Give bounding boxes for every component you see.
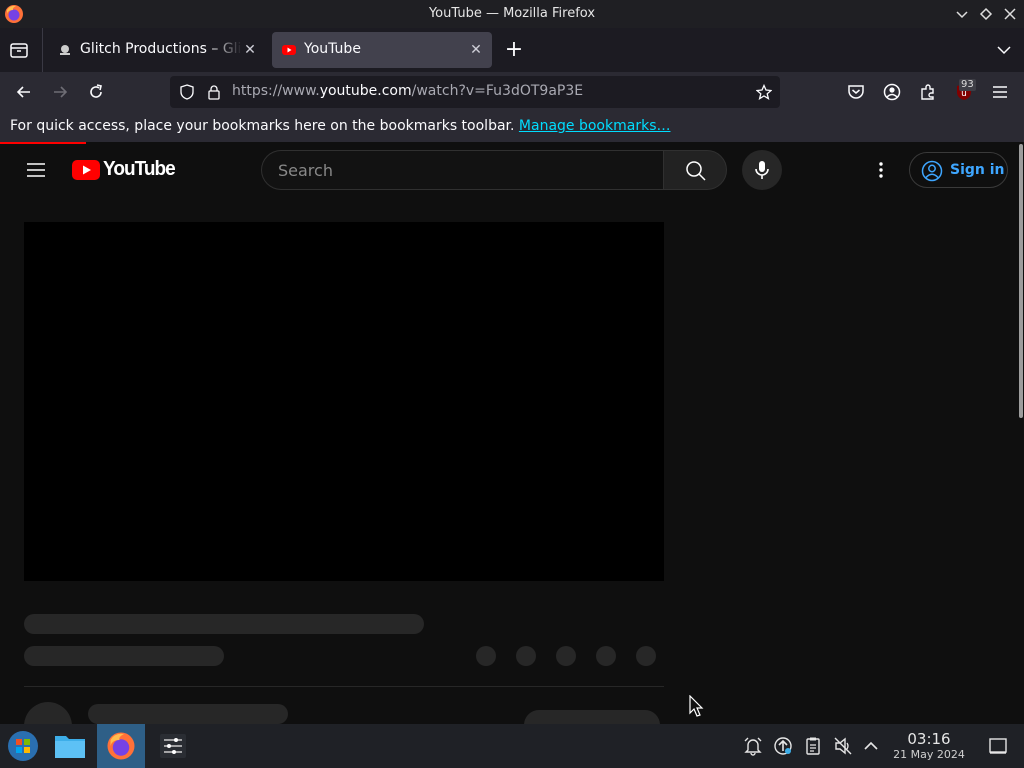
video-player[interactable] [24, 222, 664, 581]
search-button[interactable] [663, 150, 727, 190]
taskbar-file-manager[interactable] [48, 724, 96, 768]
search-input[interactable] [278, 160, 638, 180]
scrollbar-thumb[interactable] [1019, 144, 1023, 418]
bookmarks-message-text: For quick access, place your bookmarks h… [10, 118, 515, 134]
mouse-cursor-icon [689, 695, 704, 717]
manage-bookmarks-link[interactable]: Manage bookmarks… [519, 118, 671, 134]
action-skeleton [596, 646, 616, 666]
youtube-logo-text: YouTube [103, 158, 176, 180]
tab-separator [42, 28, 43, 72]
title-skeleton [24, 614, 424, 634]
extension-badge: 93 [959, 79, 976, 91]
subtitle-skeleton [24, 646, 224, 666]
more-options-icon[interactable] [871, 160, 891, 180]
user-icon [921, 160, 943, 182]
url-domain: youtube.com [319, 83, 412, 99]
microphone-icon [755, 161, 769, 179]
action-skeleton [636, 646, 656, 666]
close-window-icon[interactable] [1002, 6, 1018, 22]
url-text[interactable]: https://www.youtube.com/watch?v=Fu3dOT9a… [232, 83, 583, 99]
new-tab-button[interactable]: + [504, 39, 524, 61]
avatar-skeleton [24, 702, 72, 724]
clock-date: 21 May 2024 [893, 748, 965, 761]
show-hidden-icons-icon[interactable] [861, 736, 881, 756]
clock[interactable]: 03:16 21 May 2024 [888, 731, 970, 762]
sliders-icon [160, 734, 186, 758]
updates-icon[interactable] [773, 736, 793, 756]
volume-muted-icon[interactable] [833, 736, 853, 756]
close-tab-icon[interactable]: ✕ [242, 42, 258, 58]
guide-menu-icon[interactable] [26, 162, 46, 178]
firefox-icon [107, 732, 135, 760]
menu-hamburger-icon[interactable] [990, 82, 1010, 102]
taskbar-settings[interactable] [150, 724, 198, 768]
folder-icon [55, 736, 85, 758]
notifications-icon[interactable] [743, 736, 763, 756]
extensions-icon[interactable] [918, 82, 938, 102]
minimize-icon[interactable] [954, 6, 970, 22]
shield-icon[interactable] [179, 84, 195, 100]
account-icon[interactable] [882, 82, 902, 102]
url-path: /watch?v=Fu3dOT9aP3E [411, 83, 584, 99]
action-skeleton [476, 646, 496, 666]
show-desktop-icon[interactable] [988, 736, 1008, 756]
clipboard-icon[interactable] [803, 736, 823, 756]
firefox-view-icon[interactable] [8, 40, 30, 60]
reload-icon[interactable] [86, 82, 106, 102]
subscribe-skeleton [524, 710, 660, 724]
window-title: YouTube — Mozilla Firefox [428, 6, 596, 21]
sign-in-label: Sign in [950, 162, 1005, 178]
url-prefix: https://www. [232, 83, 320, 99]
close-tab-icon[interactable]: ✕ [468, 42, 484, 58]
taskbar: 03:16 21 May 2024 [0, 724, 1024, 768]
channel-skeleton [88, 704, 288, 724]
bookmarks-message: For quick access, place your bookmarks h… [10, 118, 670, 134]
tab-youtube[interactable]: YouTube ✕ [272, 32, 492, 68]
glitch-icon [60, 45, 70, 55]
tab-label: YouTube [304, 41, 361, 57]
start-orb-icon [8, 731, 38, 761]
start-menu-button[interactable] [0, 724, 48, 768]
search-box[interactable] [261, 150, 664, 190]
clock-time: 03:16 [907, 730, 951, 748]
navigation-toolbar: https://www.youtube.com/watch?v=Fu3dOT9a… [0, 72, 1024, 112]
maximize-icon[interactable] [978, 6, 994, 22]
page-scrollbar[interactable] [1018, 144, 1024, 724]
address-bar[interactable]: https://www.youtube.com/watch?v=Fu3dOT9a… [170, 76, 780, 108]
forward-icon[interactable] [50, 82, 70, 102]
taskbar-firefox[interactable] [97, 724, 145, 768]
bookmarks-toolbar: For quick access, place your bookmarks h… [0, 112, 1024, 142]
tab-label: Glitch Productions – Glitch [80, 41, 242, 57]
list-all-tabs-icon[interactable] [996, 42, 1012, 58]
back-icon[interactable] [14, 82, 34, 102]
action-skeleton [556, 646, 576, 666]
youtube-icon [282, 45, 296, 55]
sign-in-button[interactable]: Sign in [909, 152, 1008, 188]
tab-glitch[interactable]: Glitch Productions – Glitch ✕ [48, 32, 266, 68]
pocket-icon[interactable] [846, 82, 866, 102]
lock-icon[interactable] [206, 84, 222, 100]
content-divider [24, 686, 664, 687]
voice-search-button[interactable] [742, 150, 782, 190]
youtube-page: YouTube Sign in [0, 144, 1018, 724]
bookmark-star-icon[interactable] [756, 84, 772, 100]
search-icon [686, 161, 706, 181]
action-skeleton [516, 646, 536, 666]
youtube-play-icon [72, 160, 100, 180]
window-titlebar: YouTube — Mozilla Firefox [0, 0, 1024, 28]
